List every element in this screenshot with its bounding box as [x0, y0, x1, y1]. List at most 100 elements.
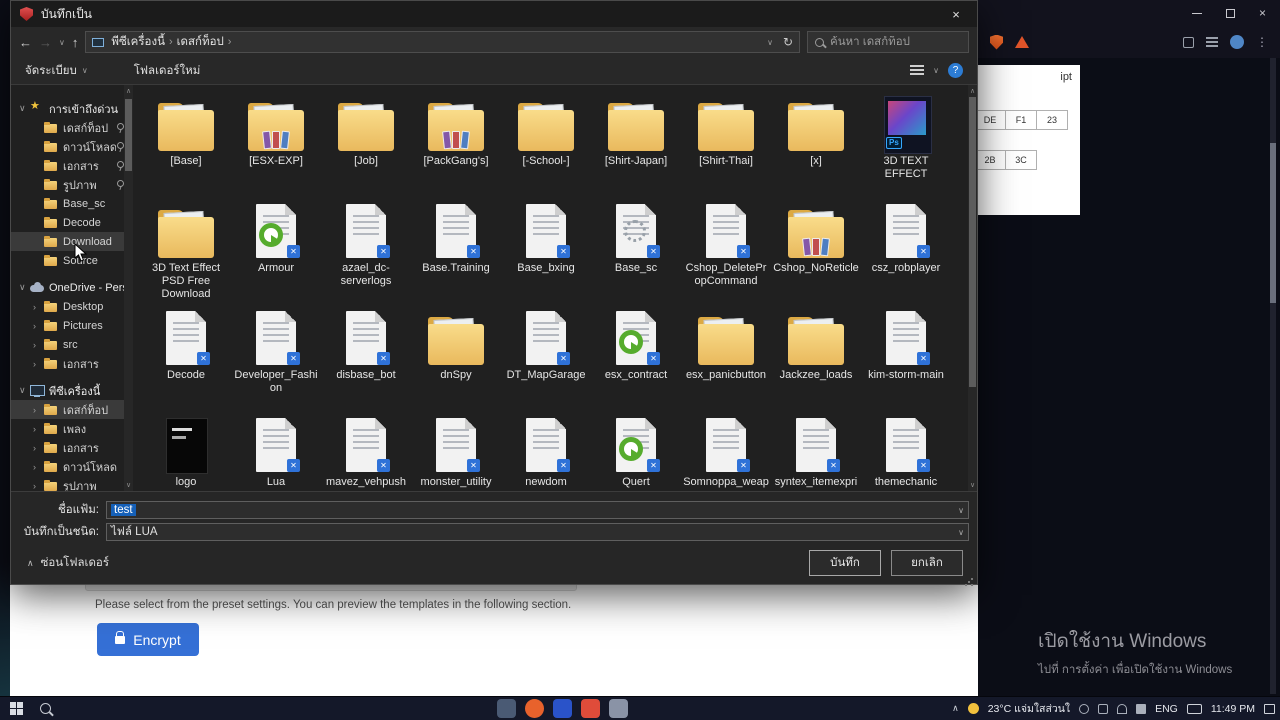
page-scrollbar[interactable]	[1270, 58, 1276, 694]
sidebar-scrollbar[interactable]: ∧ ∨	[124, 85, 133, 491]
file-item[interactable]: ✕ disbase_bot	[321, 305, 411, 412]
file-item[interactable]: ✕ monster_utility	[411, 412, 501, 491]
file-item[interactable]: [PackGang's]	[411, 91, 501, 198]
sidebar-item[interactable]: Decode	[11, 213, 133, 232]
sidebar-scrollbar-thumb[interactable]	[125, 99, 132, 171]
sidebar-item[interactable]: Base_sc	[11, 194, 133, 213]
file-item[interactable]: ✕ azael_dc-serverlogs	[321, 198, 411, 305]
clock[interactable]: 11:49 PM	[1211, 703, 1255, 715]
address-dropdown-icon[interactable]: ∨	[767, 38, 773, 47]
tray-icon-3[interactable]	[1117, 703, 1128, 714]
breadcrumb-item[interactable]: พีซีเครื่องนี้	[109, 33, 167, 51]
file-item[interactable]: ✕ Lua	[231, 412, 321, 491]
breadcrumb-item[interactable]: เดสก์ท็อป	[175, 33, 226, 51]
file-item[interactable]: ✕ Developer_Fashion	[231, 305, 321, 412]
view-dropdown-icon[interactable]: ∨	[933, 66, 939, 75]
new-folder-button[interactable]: โฟลเดอร์ใหม่	[134, 62, 201, 80]
start-button[interactable]	[10, 702, 23, 715]
file-item[interactable]: Ps 3D TEXT EFFECT	[861, 91, 951, 198]
dialog-close-button[interactable]: ×	[935, 1, 977, 27]
file-item[interactable]: ✕ Cshop_DeletePropCommand	[681, 198, 771, 305]
taskbar-app-4[interactable]	[609, 699, 628, 718]
sidebar-item[interactable]: เอกสาร	[11, 156, 133, 175]
file-item[interactable]: esx_panicbutton	[681, 305, 771, 412]
file-item[interactable]: ✕ csz_robplayer	[861, 198, 951, 305]
chevron-right-icon[interactable]: ›	[33, 405, 44, 415]
file-item[interactable]: ✕ Armour	[231, 198, 321, 305]
page-scrollbar-thumb[interactable]	[1270, 143, 1276, 303]
chevron-down-icon[interactable]: ∨	[19, 385, 30, 396]
sidebar-section-cloud[interactable]: ∨ OneDrive - Person	[11, 278, 133, 297]
file-item[interactable]: ✕ kim-storm-main	[861, 305, 951, 412]
minimize-icon[interactable]	[1191, 12, 1202, 14]
notification-center-icon[interactable]	[1264, 703, 1275, 714]
taskbar-app-1[interactable]	[497, 699, 516, 718]
weather-text[interactable]: 23°C แจ่มใสส่วนใ	[988, 700, 1070, 717]
weather-icon[interactable]	[967, 703, 979, 714]
breadcrumb-separator-icon[interactable]: ›	[167, 36, 175, 48]
sidebar-item[interactable]: › เอกสาร	[11, 438, 133, 457]
sidebar-item[interactable]: Download	[11, 232, 133, 251]
sidebar-item[interactable]: ดาวน์โหลด	[11, 137, 133, 156]
sidebar-item[interactable]: › รูปภาพ	[11, 476, 133, 491]
file-item[interactable]: Jackzee_loads	[771, 305, 861, 412]
brave-shield-icon[interactable]	[990, 34, 1003, 50]
search-input[interactable]	[830, 36, 961, 48]
tray-expand-icon[interactable]: ∧	[952, 703, 959, 714]
back-icon[interactable]: ←	[19, 35, 32, 50]
view-options-icon[interactable]	[910, 65, 925, 76]
sidebar-item[interactable]: เดสก์ท็อป	[11, 118, 133, 137]
taskbar-app-3[interactable]	[581, 699, 600, 718]
refresh-icon[interactable]: ↻	[783, 35, 793, 49]
chevron-right-icon[interactable]: ›	[33, 481, 44, 491]
tray-icon-2[interactable]	[1098, 703, 1109, 714]
chevron-down-icon[interactable]: ∨	[958, 506, 964, 515]
organize-button[interactable]: จัดระเบียบ ∨	[25, 62, 88, 80]
file-item[interactable]: ✕ themechanic	[861, 412, 951, 491]
tray-icon-4[interactable]	[1136, 703, 1147, 714]
warning-icon[interactable]	[1015, 36, 1029, 48]
file-item[interactable]: ✕ esx_contract	[591, 305, 681, 412]
sidebar-item[interactable]: › src	[11, 335, 133, 354]
chevron-right-icon[interactable]: ›	[33, 424, 44, 434]
sidebar-item[interactable]: › เพลง	[11, 419, 133, 438]
profile-avatar[interactable]	[1230, 35, 1244, 49]
filetype-select[interactable]: ไฟล์ LUA ∨	[106, 523, 969, 541]
language-indicator[interactable]: ENG	[1155, 703, 1178, 715]
extensions-icon[interactable]	[1183, 36, 1194, 48]
file-item[interactable]: [Job]	[321, 91, 411, 198]
file-item[interactable]: ✕ DT_MapGarage	[501, 305, 591, 412]
keyboard-icon[interactable]	[1186, 703, 1202, 714]
file-item[interactable]: ✕ mavez_vehpush	[321, 412, 411, 491]
scroll-up-icon[interactable]: ∧	[124, 87, 133, 95]
taskbar-app-brave[interactable]	[525, 699, 544, 718]
sidebar-item[interactable]: › เดสก์ท็อป	[11, 400, 133, 419]
resize-grip[interactable]	[971, 578, 973, 580]
file-list-scrollbar[interactable]: ∧ ∨	[968, 85, 977, 491]
close-icon[interactable]: ×	[1259, 7, 1266, 19]
scroll-down-icon[interactable]: ∨	[968, 481, 977, 489]
file-item[interactable]: [Base]	[141, 91, 231, 198]
maximize-icon[interactable]	[1225, 8, 1235, 18]
filename-input[interactable]: test ∨	[106, 501, 969, 519]
sidebar-item[interactable]: › Desktop	[11, 297, 133, 316]
file-item[interactable]: ✕ Base_bxing	[501, 198, 591, 305]
address-bar[interactable]: พีซีเครื่องนี้ › เดสก์ท็อป › ∨ ↻	[85, 31, 800, 53]
taskbar-app-2[interactable]	[553, 699, 572, 718]
chevron-right-icon[interactable]: ›	[33, 359, 44, 369]
chevron-down-icon[interactable]: ∨	[19, 282, 30, 293]
file-item[interactable]: ✕ newdom	[501, 412, 591, 491]
file-item[interactable]: [x]	[771, 91, 861, 198]
sidebar-item[interactable]: › เอกสาร	[11, 354, 133, 373]
taskbar-search-icon[interactable]	[40, 703, 51, 714]
cancel-button[interactable]: ยกเลิก	[891, 550, 963, 576]
sidebar-item[interactable]: › ดาวน์โหลด	[11, 457, 133, 476]
tray-icon-1[interactable]	[1079, 703, 1090, 714]
help-icon[interactable]: ?	[948, 63, 963, 78]
sidebar-icon[interactable]	[1206, 37, 1218, 47]
save-button[interactable]: บันทึก	[809, 550, 881, 576]
file-item[interactable]: ✕ syntex_itemexpri	[771, 412, 861, 491]
file-item[interactable]: dnSpy	[411, 305, 501, 412]
chevron-right-icon[interactable]: ›	[33, 321, 44, 331]
menu-icon[interactable]: ⋮	[1256, 35, 1268, 49]
